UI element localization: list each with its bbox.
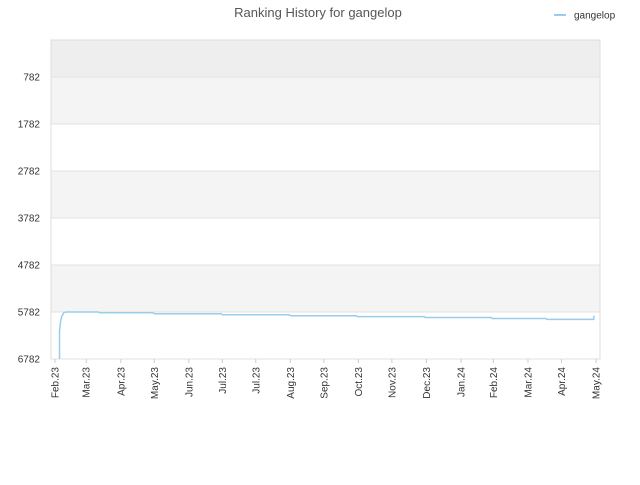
x-tick-label: Jun.23 xyxy=(184,367,195,397)
x-tick-label: Apr.23 xyxy=(116,367,127,396)
y-tick-label: 782 xyxy=(23,73,40,84)
x-tick-label: Mar.23 xyxy=(82,367,93,398)
ranking-history-chart: 782 1782 2782 3782 4782 5782 6782 Feb.23 Mar.23… xyxy=(0,0,640,480)
y-tick-label: 6782 xyxy=(18,355,41,366)
plot-band xyxy=(51,40,600,77)
y-axis-ticks: 782 1782 2782 3782 4782 5782 6782 xyxy=(18,73,41,366)
x-tick-label: Nov.23 xyxy=(387,367,398,398)
x-tick-label: Jul.23 xyxy=(251,367,262,394)
plot-bands xyxy=(50,39,601,360)
x-tick-label: Oct.23 xyxy=(354,367,365,397)
x-tick-label: Jan.24 xyxy=(457,367,468,397)
y-tick-label: 5782 xyxy=(18,308,41,319)
chart-title: Ranking History for gangelop xyxy=(234,5,402,20)
plot-band xyxy=(51,77,600,124)
x-tick-label: Sep.23 xyxy=(319,367,330,399)
y-tick-label: 1782 xyxy=(18,120,41,131)
plot-band xyxy=(51,124,600,171)
x-tick-label: Mar.24 xyxy=(523,367,534,398)
chart-svg: 782 1782 2782 3782 4782 5782 6782 Feb.23 Mar.23… xyxy=(18,5,616,399)
plot-band xyxy=(51,171,600,218)
x-tick-label: Apr.24 xyxy=(557,367,568,396)
legend-label: gangelop xyxy=(574,11,616,22)
y-tick-label: 3782 xyxy=(18,214,41,225)
x-tick-label: Dec.23 xyxy=(422,367,433,399)
legend[interactable]: gangelop xyxy=(554,11,616,22)
x-tick-label: May.24 xyxy=(592,367,603,399)
x-tick-label: Jul.23 xyxy=(218,367,229,394)
plot-band xyxy=(51,265,600,312)
x-tick-label: Feb.24 xyxy=(489,367,500,399)
x-tick-label: May.23 xyxy=(150,367,161,399)
x-tick-label: Feb.23 xyxy=(51,367,62,399)
x-tick-label: Aug.23 xyxy=(286,367,297,399)
x-axis-ticks: Feb.23 Mar.23 Apr.23 May.23 Jun.23 Jul.23 Jul.… xyxy=(51,359,603,399)
plot-band xyxy=(51,218,600,265)
y-tick-label: 2782 xyxy=(18,167,41,178)
y-tick-label: 4782 xyxy=(18,261,41,272)
